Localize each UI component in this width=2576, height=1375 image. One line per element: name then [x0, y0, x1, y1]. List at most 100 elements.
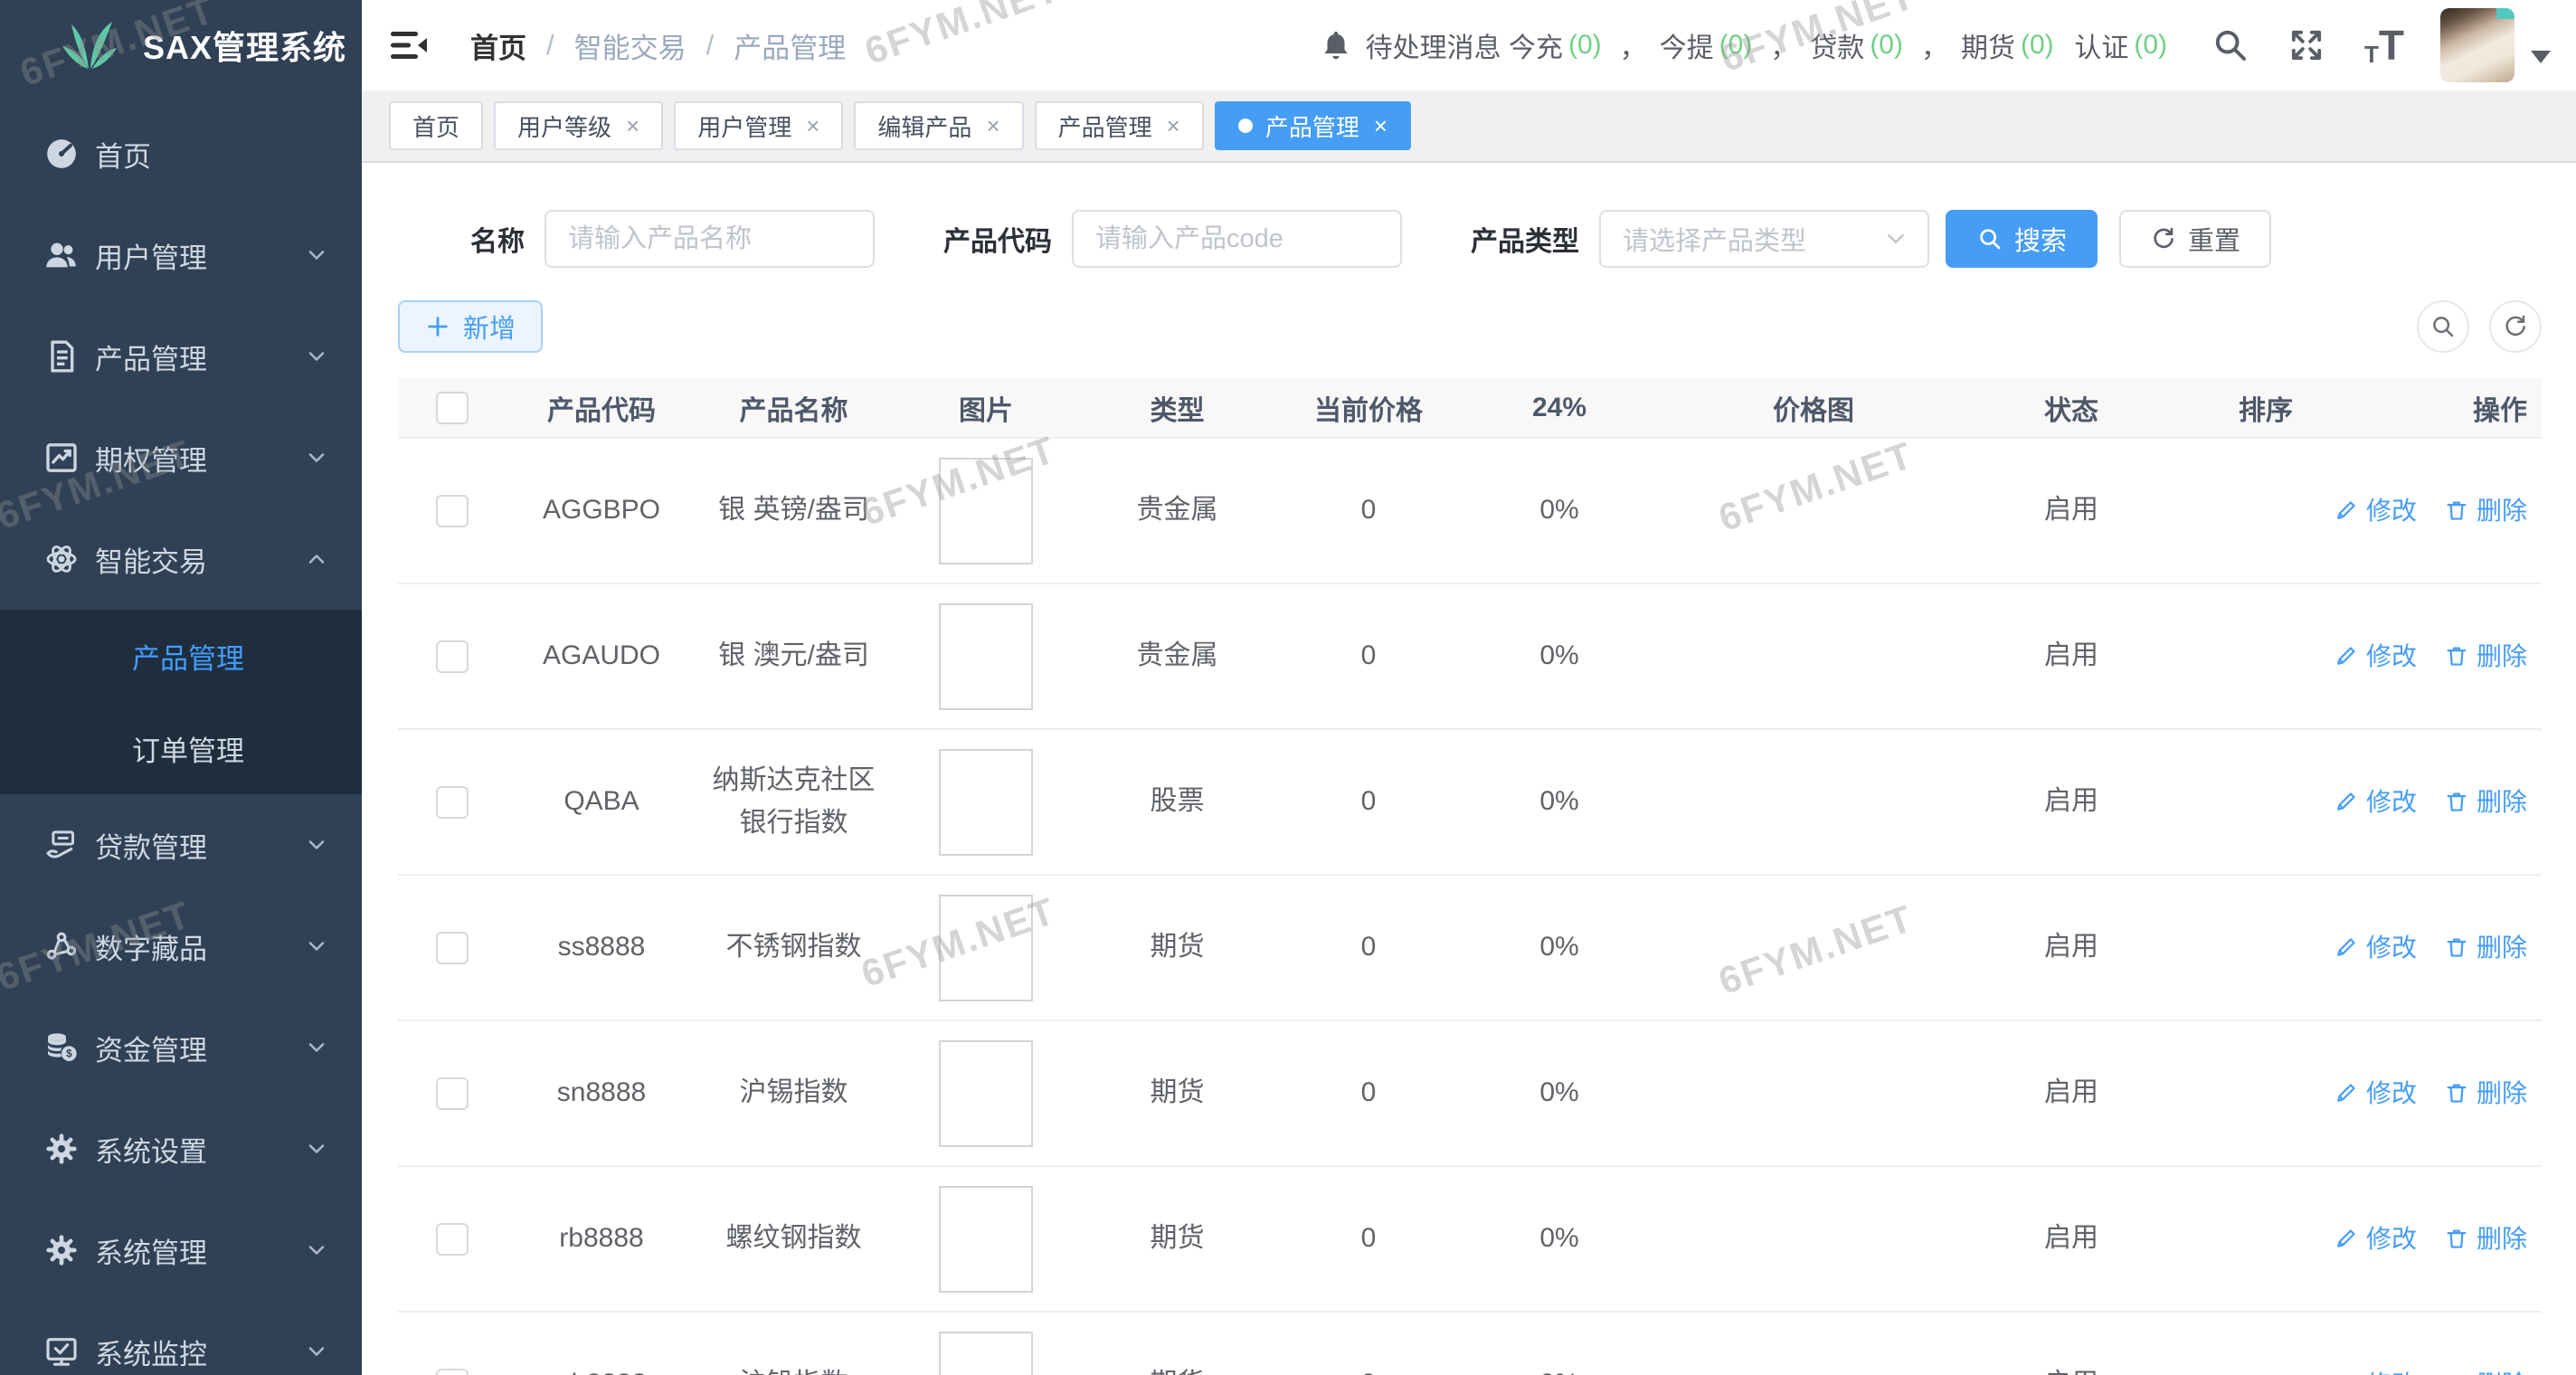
select-all-header [398, 378, 507, 438]
sidebar-item-nft[interactable]: 数字藏品 [0, 896, 362, 997]
cell-sort [2171, 438, 2361, 583]
code-input[interactable] [1072, 210, 1402, 268]
search-button[interactable]: 搜索 [1946, 210, 2098, 268]
edit-link[interactable]: 修改 [2334, 1365, 2417, 1375]
close-icon[interactable]: × [1167, 114, 1180, 138]
tab-label: 产品管理 [1058, 109, 1152, 143]
delete-link[interactable]: 删除 [2444, 928, 2527, 967]
users-icon [41, 237, 82, 273]
add-button[interactable]: 新增 [398, 300, 543, 353]
sidebar-item-funds[interactable]: $ 资金管理 [0, 997, 362, 1098]
sidebar-item-loan-mgmt[interactable]: 贷款管理 [0, 794, 362, 896]
tab-edit-product[interactable]: 编辑产品 × [854, 101, 1023, 150]
close-icon[interactable]: × [1374, 114, 1387, 138]
sidebar-item-product-mgmt[interactable]: 产品管理 [0, 306, 362, 407]
main-area: 首页 / 智能交易 / 产品管理 待处理消息 今充(0)，今提(0)，贷款(0)… [362, 0, 2576, 1375]
submenu-item-order-mgmt[interactable]: 订单管理 [0, 702, 362, 794]
close-icon[interactable]: × [986, 114, 999, 138]
chevron-down-icon [304, 934, 329, 959]
row-checkbox[interactable] [436, 1369, 469, 1375]
edit-link[interactable]: 修改 [2334, 637, 2417, 676]
submenu-item-label: 产品管理 [132, 636, 244, 677]
cell-name: 银 澳元/盎司 [696, 583, 891, 729]
trash-icon [2444, 1371, 2469, 1375]
type-select[interactable]: 请选择产品类型 [1599, 210, 1929, 268]
chevron-down-icon [304, 1035, 329, 1060]
notif-prefix: 待处理消息 [1366, 25, 1501, 65]
breadcrumb-item[interactable]: 智能交易 [574, 25, 687, 66]
trash-icon [2444, 789, 2469, 814]
search-icon [2429, 313, 2457, 340]
name-input[interactable] [545, 210, 875, 268]
row-checkbox[interactable] [436, 932, 469, 964]
table-row: pb8888 沪铅指数 期货 0 0% 启用 修改 删除 [398, 1312, 2542, 1375]
sidebar-item-sys-mgmt[interactable]: 系统管理 [0, 1200, 362, 1301]
edit-link[interactable]: 修改 [2334, 1074, 2417, 1113]
reset-button[interactable]: 重置 [2119, 210, 2271, 268]
sidebar-item-sys-settings[interactable]: 系统设置 [0, 1098, 362, 1200]
tab-product-mgmt[interactable]: 产品管理 × [1035, 101, 1204, 150]
document-icon [41, 338, 82, 375]
sidebar-item-home[interactable]: 首页 [0, 103, 362, 204]
close-icon[interactable]: × [806, 114, 819, 138]
search-icon[interactable] [2212, 27, 2249, 63]
sidebar-item-option-mgmt[interactable]: 期权管理 [0, 407, 362, 508]
cell-pct: 0% [1463, 1020, 1655, 1166]
edit-link[interactable]: 修改 [2334, 782, 2417, 821]
select-all-checkbox[interactable] [436, 392, 469, 424]
cell-pct: 0% [1463, 875, 1655, 1020]
trash-icon [2444, 1080, 2469, 1105]
tab-product-mgmt-active[interactable]: 产品管理 × [1215, 101, 1411, 150]
row-checkbox[interactable] [436, 786, 469, 819]
sidebar-item-sys-monitor[interactable]: 系统监控 [0, 1301, 362, 1375]
tab-user-mgmt[interactable]: 用户管理 × [674, 101, 843, 150]
cell-price-chart [1655, 583, 1972, 729]
tab-user-level[interactable]: 用户等级 × [494, 101, 663, 150]
delete-link[interactable]: 删除 [2444, 637, 2527, 676]
table-refresh-button[interactable] [2489, 300, 2542, 353]
delete-link[interactable]: 删除 [2444, 491, 2527, 530]
row-checkbox[interactable] [436, 495, 469, 527]
close-icon[interactable]: × [626, 114, 639, 138]
pending-messages[interactable]: 待处理消息 今充(0)，今提(0)，贷款(0)，期货(0) 认证(0) [1366, 25, 2173, 65]
pencil-icon [2334, 1226, 2359, 1251]
sidebar-item-user-mgmt[interactable]: 用户管理 [0, 204, 362, 306]
row-checkbox[interactable] [436, 1223, 469, 1256]
delete-link[interactable]: 删除 [2444, 1074, 2527, 1113]
monitor-icon [41, 1333, 82, 1370]
avatar[interactable] [2440, 8, 2514, 82]
submenu-item-product-mgmt[interactable]: 产品管理 [0, 610, 362, 702]
breadcrumb-item[interactable]: 首页 [470, 25, 526, 66]
row-checkbox[interactable] [436, 640, 469, 673]
bell-icon[interactable] [1319, 27, 1353, 63]
fullscreen-icon[interactable] [2288, 27, 2325, 63]
delete-link[interactable]: 删除 [2444, 1365, 2527, 1375]
delete-link[interactable]: 删除 [2444, 782, 2527, 821]
edit-link[interactable]: 修改 [2334, 928, 2417, 967]
delete-link[interactable]: 删除 [2444, 1219, 2527, 1258]
sidebar-item-label: 贷款管理 [95, 825, 304, 866]
edit-link[interactable]: 修改 [2334, 1219, 2417, 1258]
notif-label: 贷款 [1810, 25, 1864, 65]
top-navbar: 首页 / 智能交易 / 产品管理 待处理消息 今充(0)，今提(0)，贷款(0)… [362, 0, 2576, 90]
cell-type: 期货 [1081, 875, 1274, 1020]
edit-link[interactable]: 修改 [2334, 491, 2417, 530]
font-size-icon[interactable]: TT [2364, 24, 2404, 66]
notif-separator: ， [1770, 25, 1797, 65]
notif-label: 今提 [1660, 25, 1714, 65]
cell-code: pb8888 [507, 1312, 696, 1375]
sidebar-item-label: 产品管理 [95, 337, 304, 377]
sidebar-item-smart-trade[interactable]: 智能交易 [0, 508, 362, 610]
cell-status: 启用 [1972, 1312, 2171, 1375]
tags-view-bar: 首页 用户等级 × 用户管理 × 编辑产品 × 产品管理 × 产品管理 × [362, 90, 2576, 163]
product-image-placeholder [939, 1186, 1033, 1293]
table-search-toggle-button[interactable] [2417, 300, 2469, 353]
gear-icon [41, 1232, 82, 1268]
product-image-placeholder [939, 1040, 1033, 1147]
user-menu[interactable] [2440, 8, 2551, 82]
breadcrumb-item[interactable]: 产品管理 [734, 25, 846, 66]
row-checkbox[interactable] [436, 1077, 469, 1110]
sidebar-collapse-button[interactable] [389, 28, 429, 62]
breadcrumb-separator: / [706, 29, 715, 62]
tab-home[interactable]: 首页 [389, 101, 483, 150]
